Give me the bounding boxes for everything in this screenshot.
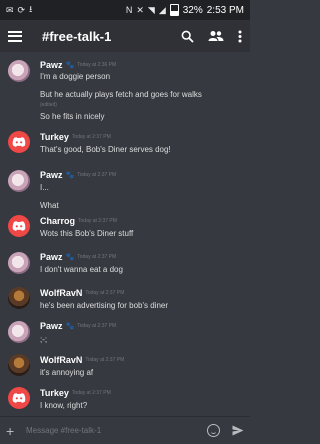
message-text[interactable]: ;-; (40, 335, 47, 344)
timestamp: Today at 2:37 PM (77, 172, 117, 178)
timestamp: Today at 2:37 PM (71, 390, 111, 396)
avatar[interactable] (8, 131, 30, 153)
paw-icon: 🐾 (65, 62, 75, 69)
message-text[interactable]: But he actually plays fetch and goes for… (40, 90, 202, 99)
avatar[interactable] (8, 252, 30, 274)
avatar[interactable] (8, 60, 30, 82)
sync-icon: ⟳ (17, 4, 26, 15)
search-icon[interactable] (181, 30, 194, 43)
timestamp: Today at 2:37 PM (78, 218, 117, 224)
message-composer: + (0, 416, 250, 444)
paw-icon: 🐾 (65, 323, 75, 330)
emoji-icon[interactable] (207, 424, 220, 437)
timestamp: Today at 2:37 PM (85, 357, 125, 363)
timestamp: Today at 2:37 PM (85, 290, 125, 296)
message-text[interactable]: I... (40, 183, 49, 192)
paw-icon: 🐾 (65, 254, 75, 261)
message-input[interactable] (24, 425, 207, 436)
wifi-icon: ◥ (147, 4, 155, 15)
message-text[interactable]: it's annoying af (40, 368, 93, 377)
more-options-icon[interactable] (238, 30, 242, 43)
username[interactable]: Turkey (40, 388, 69, 398)
notification-icon: ✉ (6, 4, 14, 15)
app-bar: #free-talk-1 (0, 20, 250, 52)
message-text[interactable]: I'm a doggie person (40, 72, 110, 81)
discord-icon (12, 137, 26, 147)
avatar[interactable] (8, 215, 30, 237)
avatar[interactable] (8, 170, 30, 192)
username[interactable]: WolfRavN (40, 288, 82, 298)
avatar[interactable] (8, 387, 30, 409)
message-text[interactable]: I don't wanna eat a dog (40, 265, 123, 274)
username[interactable]: Charrog (40, 216, 75, 226)
timestamp: Today at 2:37 PM (77, 323, 117, 329)
battery-percent: 32% (182, 4, 203, 16)
username[interactable]: Pawz (40, 60, 63, 70)
username[interactable]: Pawz (40, 321, 63, 331)
message-text[interactable]: I know, right? (40, 401, 87, 410)
discord-icon (12, 393, 26, 403)
username[interactable]: Pawz (40, 252, 63, 262)
timestamp: Today at 2:37 PM (71, 134, 111, 140)
timestamp: Today at 2:36 PM (77, 62, 117, 68)
download-icon: ⭳ (29, 4, 33, 14)
channel-title: #free-talk-1 (42, 28, 112, 44)
mute-icon: ✕ (136, 4, 144, 15)
status-bar: ✉ ⟳ ⭳ N ✕ ◥ ◢ 32% 2:53 PM (0, 0, 250, 20)
send-icon[interactable] (232, 425, 244, 436)
username[interactable]: WolfRavN (40, 355, 82, 365)
discord-icon (12, 221, 26, 231)
nfc-icon: N (125, 5, 133, 15)
timestamp: Today at 2:37 PM (77, 254, 117, 260)
edited-label: (edited) (40, 102, 57, 108)
username[interactable]: Turkey (40, 132, 69, 142)
message-text[interactable]: he's been advertising for bob's diner (40, 301, 168, 310)
avatar[interactable] (8, 354, 30, 376)
add-attachment-icon[interactable]: + (6, 423, 24, 439)
menu-icon[interactable] (8, 30, 22, 42)
message-text[interactable]: So he fits in nicely (40, 112, 104, 121)
message-list[interactable]: Pawz 🐾 Today at 2:36 PM I'm a doggie per… (0, 52, 250, 416)
avatar[interactable] (8, 287, 30, 309)
members-icon[interactable] (208, 30, 224, 42)
username[interactable]: Pawz (40, 170, 63, 180)
message-text[interactable]: That's good, Bob's Diner serves dog! (40, 145, 171, 154)
battery-icon (169, 4, 179, 16)
message-text[interactable]: What (40, 201, 59, 210)
message-text[interactable]: Wots this Bob's Diner stuff (40, 229, 133, 238)
signal-icon: ◢ (158, 4, 166, 15)
paw-icon: 🐾 (65, 172, 75, 179)
clock: 2:53 PM (206, 4, 244, 16)
avatar[interactable] (8, 321, 30, 343)
